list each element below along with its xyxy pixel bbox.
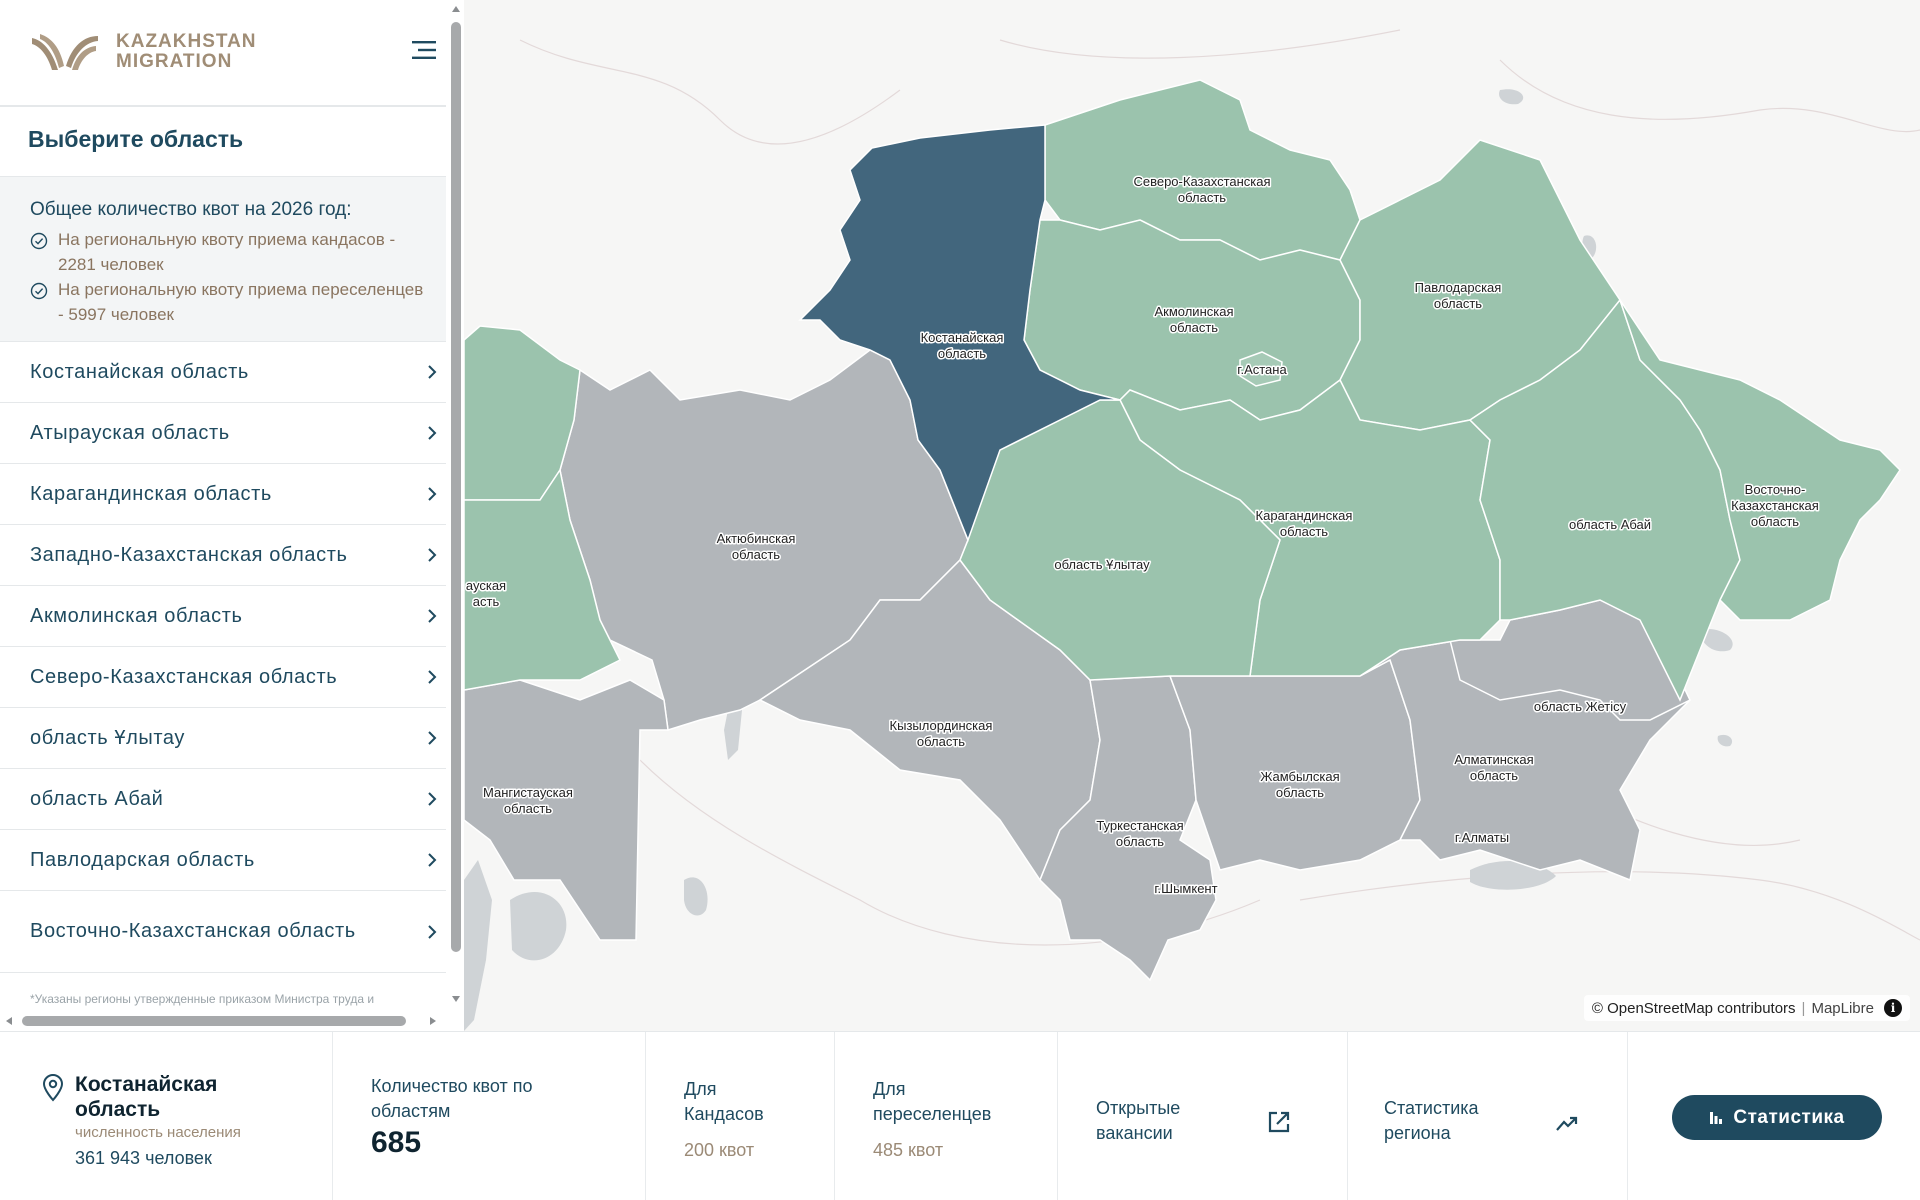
selected-region-card: Костанайская область численность населен… xyxy=(0,1032,333,1200)
scroll-up-icon[interactable] xyxy=(451,4,461,14)
region-item-akmola[interactable]: Акмолинская область xyxy=(0,586,446,647)
region-item-atyrau[interactable]: Атырауская область xyxy=(0,403,446,464)
region-label: Карагандинская область xyxy=(30,482,272,505)
chevron-right-icon xyxy=(428,670,437,684)
region-stats-label: Статистика региона xyxy=(1384,1098,1479,1143)
check-circle-icon xyxy=(30,232,48,250)
kandas-label: Для Кандасов xyxy=(684,1079,764,1124)
vertical-scrollbar[interactable] xyxy=(448,0,464,1010)
chevron-right-icon xyxy=(428,731,437,745)
map-label-almaty: г.Алматы xyxy=(1455,830,1509,845)
region-label: Акмолинская область xyxy=(30,604,243,627)
region-label: Северо-Казахстанская область xyxy=(30,665,338,688)
region-label: Павлодарская область xyxy=(30,848,255,871)
region-item-abai[interactable]: область Абай xyxy=(0,769,446,830)
population-label: численность населения xyxy=(75,1124,241,1141)
map-region-mangystau[interactable] xyxy=(464,679,669,941)
resettlers-value: 485 квот xyxy=(873,1140,944,1160)
statistics-button-label: Статистика xyxy=(1733,1106,1845,1128)
horizontal-scrollbar[interactable] xyxy=(0,1012,446,1030)
kandas-quota-card: Для Кандасов 200 квот xyxy=(646,1032,835,1200)
brand-line-2: MIGRATION xyxy=(116,51,233,72)
info-icon[interactable]: i xyxy=(1884,999,1902,1017)
region-item-east-kazakhstan[interactable]: Восточно-Казахстанская область xyxy=(0,891,446,973)
menu-icon[interactable] xyxy=(410,38,438,62)
quota-summary: Общее количество квот на 2026 год: На ре… xyxy=(0,176,446,342)
region-label: область Абай xyxy=(30,787,164,810)
scroll-down-icon[interactable] xyxy=(451,994,461,1004)
region-item-west-kazakhstan[interactable]: Западно-Казахстанская область xyxy=(0,525,446,586)
quota-item-text: На региональную квоту приема переселенце… xyxy=(58,280,424,324)
population-value: 361 943 человек xyxy=(75,1148,212,1168)
chevron-right-icon xyxy=(428,487,437,501)
region-item-north-kazakhstan[interactable]: Северо-Казахстанская область xyxy=(0,647,446,708)
trending-up-icon xyxy=(1556,1116,1578,1131)
scroll-right-icon[interactable] xyxy=(428,1016,438,1026)
quota-item-text: На региональную квоту приема кандасов - … xyxy=(58,230,396,274)
open-vacancies-link[interactable]: Открытые вакансии xyxy=(1058,1032,1348,1200)
map-label-shymkent: г.Шымкент xyxy=(1154,881,1217,896)
maplibre-link[interactable]: MapLibre xyxy=(1811,1000,1874,1017)
region-item-kostanay[interactable]: Костанайская область xyxy=(0,342,446,403)
chevron-right-icon xyxy=(428,365,437,379)
footnote: *Указаны регионы утвержденные приказом М… xyxy=(30,992,375,1006)
region-label: область Ұлытау xyxy=(30,726,186,749)
vertical-scroll-thumb[interactable] xyxy=(451,22,461,952)
osm-attribution-link[interactable]: © OpenStreetMap contributors xyxy=(1592,1000,1796,1017)
vacancies-label: Открытые вакансии xyxy=(1096,1098,1181,1143)
brand-logo[interactable]: KAZAKHSTAN MIGRATION xyxy=(30,30,257,74)
chevron-right-icon xyxy=(428,609,437,623)
region-info-bar: Костанайская область численность населен… xyxy=(0,1031,1920,1200)
bar-chart-icon xyxy=(1710,1111,1723,1124)
region-map[interactable]: Костанайская область Северо-Казахстанская… xyxy=(464,0,1920,1031)
statistics-button[interactable]: Статистика xyxy=(1672,1095,1882,1140)
map-label-astana: г.Астана xyxy=(1237,362,1287,377)
quota-total-card: Количество квот по областям 685 xyxy=(333,1032,646,1200)
quota-item-kandas: На региональную квоту приема кандасов - … xyxy=(30,227,430,277)
region-item-karaganda[interactable]: Карагандинская область xyxy=(0,464,446,525)
check-circle-icon xyxy=(30,282,48,300)
select-region-title: Выберите область xyxy=(28,126,244,152)
kandas-value: 200 квот xyxy=(684,1140,755,1160)
region-list: Костанайская область Атырауская область … xyxy=(0,342,446,973)
region-stats-link[interactable]: Статистика региона xyxy=(1348,1032,1628,1200)
region-label: Атырауская область xyxy=(30,421,230,444)
resettlers-quota-card: Для переселенцев 485 квот xyxy=(835,1032,1058,1200)
brand-name: KAZAKHSTAN MIGRATION xyxy=(116,32,257,72)
chevron-right-icon xyxy=(428,853,437,867)
region-label: Западно-Казахстанская область xyxy=(30,543,348,566)
chevron-right-icon xyxy=(428,924,437,939)
divider xyxy=(0,105,446,107)
map-label-ulytau: область Ұлытау xyxy=(1054,557,1150,572)
chevron-right-icon xyxy=(428,548,437,562)
external-link-icon xyxy=(1268,1111,1290,1133)
region-item-ulytau[interactable]: область Ұлытау xyxy=(0,708,446,769)
map-canvas[interactable]: Костанайская область Северо-Казахстанская… xyxy=(464,0,1920,1031)
region-label: Восточно-Казахстанская область xyxy=(30,920,356,942)
location-pin-icon xyxy=(42,1074,64,1102)
horizontal-scroll-thumb[interactable] xyxy=(22,1016,406,1026)
region-item-pavlodar[interactable]: Павлодарская область xyxy=(0,830,446,891)
map-label-abai: область Абай xyxy=(1569,517,1651,532)
selected-region-name: Костанайская область xyxy=(75,1073,218,1121)
wings-logo-icon xyxy=(32,34,98,70)
chevron-right-icon xyxy=(428,792,437,806)
scroll-left-icon[interactable] xyxy=(4,1016,14,1026)
quota-item-resettlers: На региональную квоту приема переселенце… xyxy=(30,277,430,327)
quota-total-label: Количество квот по областям xyxy=(371,1076,533,1121)
sidebar-content: KAZAKHSTAN MIGRATION Выберите область Об… xyxy=(0,0,446,1010)
quota-heading: Общее количество квот на 2026 год: xyxy=(30,199,352,220)
region-label: Костанайская область xyxy=(30,360,249,383)
map-attribution: © OpenStreetMap contributors | MapLibre … xyxy=(1583,995,1910,1021)
resettlers-label: Для переселенцев xyxy=(873,1079,992,1124)
attribution-separator: | xyxy=(1801,999,1806,1017)
chevron-right-icon xyxy=(428,426,437,440)
brand-line-1: KAZAKHSTAN xyxy=(116,31,257,52)
sidebar: KAZAKHSTAN MIGRATION Выберите область Об… xyxy=(0,0,464,1031)
map-region-zhambyl[interactable] xyxy=(1168,658,1421,871)
map-label-zhetisu: область Жетісу xyxy=(1534,699,1627,714)
quota-total-value: 685 xyxy=(371,1126,422,1159)
